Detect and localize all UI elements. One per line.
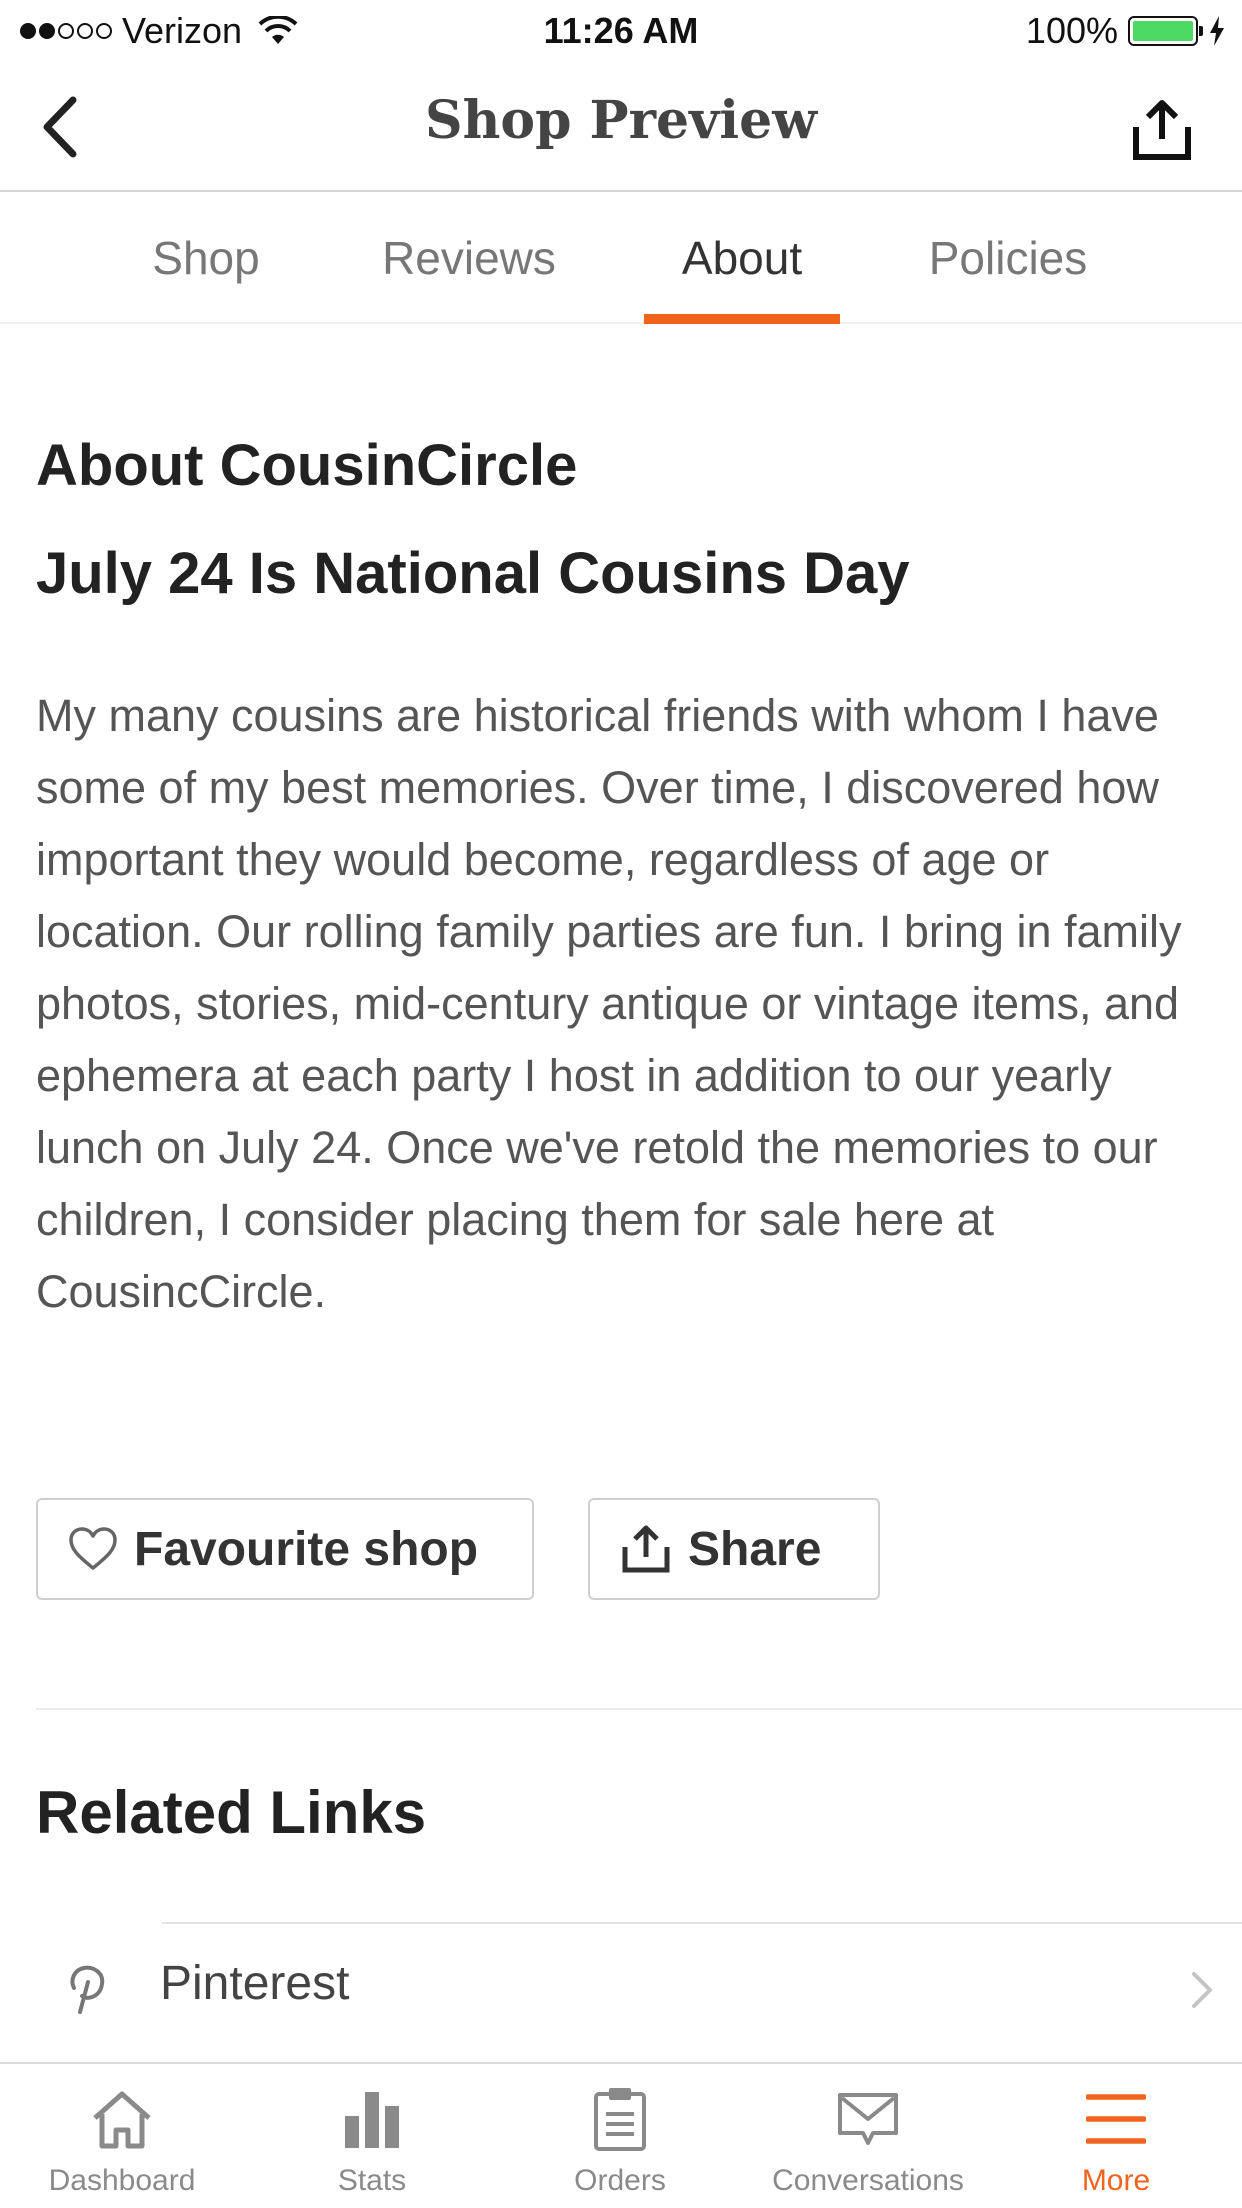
tab-bar-label: Dashboard <box>48 2164 196 2197</box>
home-icon <box>93 2091 151 2149</box>
status-right: 100% <box>1026 10 1226 52</box>
tab-shop[interactable]: Shop <box>116 192 296 324</box>
mail-icon <box>838 2093 898 2145</box>
active-tab-indicator <box>644 314 840 324</box>
about-title: About CousinCircle <box>36 433 578 498</box>
tab-bar-label: Stats <box>337 2164 407 2197</box>
share-label: Share <box>688 1522 822 1576</box>
tab-reviews[interactable]: Reviews <box>366 192 572 324</box>
section-divider <box>36 1708 1242 1710</box>
chevron-right-icon <box>1192 1972 1212 2008</box>
heart-icon <box>69 1527 117 1570</box>
related-links-title: Related Links <box>36 1779 427 1846</box>
share-icon <box>622 1525 670 1573</box>
share-icon <box>1133 100 1191 160</box>
share-preview-button[interactable] <box>1122 92 1202 168</box>
related-link-pinterest[interactable]: Pinterest <box>0 1924 1242 2054</box>
tab-label: Reviews <box>382 232 556 284</box>
tab-bar-dashboard[interactable]: Dashboard <box>22 2064 222 2208</box>
page-title: Shop Preview <box>425 90 817 151</box>
favourite-shop-label: Favourite shop <box>134 1522 479 1576</box>
navigation-bar: Shop Preview <box>0 62 1242 192</box>
charging-icon <box>1210 16 1224 46</box>
favourite-shop-button[interactable]: Favourite shop <box>36 1498 534 1600</box>
about-story: My many cousins are historical friends w… <box>36 690 1182 1317</box>
battery-percentage: 100% <box>1025 10 1118 51</box>
share-shop-button[interactable]: Share <box>588 1498 880 1600</box>
battery-icon <box>1128 16 1203 46</box>
tab-about[interactable]: About <box>644 192 840 324</box>
tab-bar-label: Conversations <box>772 2164 964 2197</box>
pinterest-icon <box>70 1965 105 2014</box>
tab-bar-label: More <box>1081 2164 1151 2197</box>
bar-chart-icon <box>345 2092 399 2148</box>
clipboard-icon <box>594 2088 646 2151</box>
tab-bar-orders[interactable]: Orders <box>520 2064 720 2208</box>
tab-bar-label: Orders <box>574 2164 666 2197</box>
tab-bar-conversations[interactable]: Conversations <box>748 2064 988 2208</box>
tab-bar-stats[interactable]: Stats <box>272 2064 472 2208</box>
menu-icon <box>1086 2094 1146 2144</box>
related-link-label: Pinterest <box>160 1957 350 2010</box>
status-bar: Verizon 11:26 AM 100% <box>0 0 1242 62</box>
tab-policies[interactable]: Policies <box>910 192 1106 324</box>
about-headline: July 24 Is National Cousins Day <box>36 541 910 606</box>
tab-label: Shop <box>152 232 260 284</box>
bottom-tab-bar: Dashboard Stats Orders Conversations Mor… <box>0 2062 1242 2208</box>
tab-label: About <box>681 232 803 284</box>
tab-bar-more[interactable]: More <box>1016 2064 1216 2208</box>
shop-tabs: Shop Reviews About Policies <box>0 192 1242 324</box>
tab-label: Policies <box>928 232 1088 284</box>
